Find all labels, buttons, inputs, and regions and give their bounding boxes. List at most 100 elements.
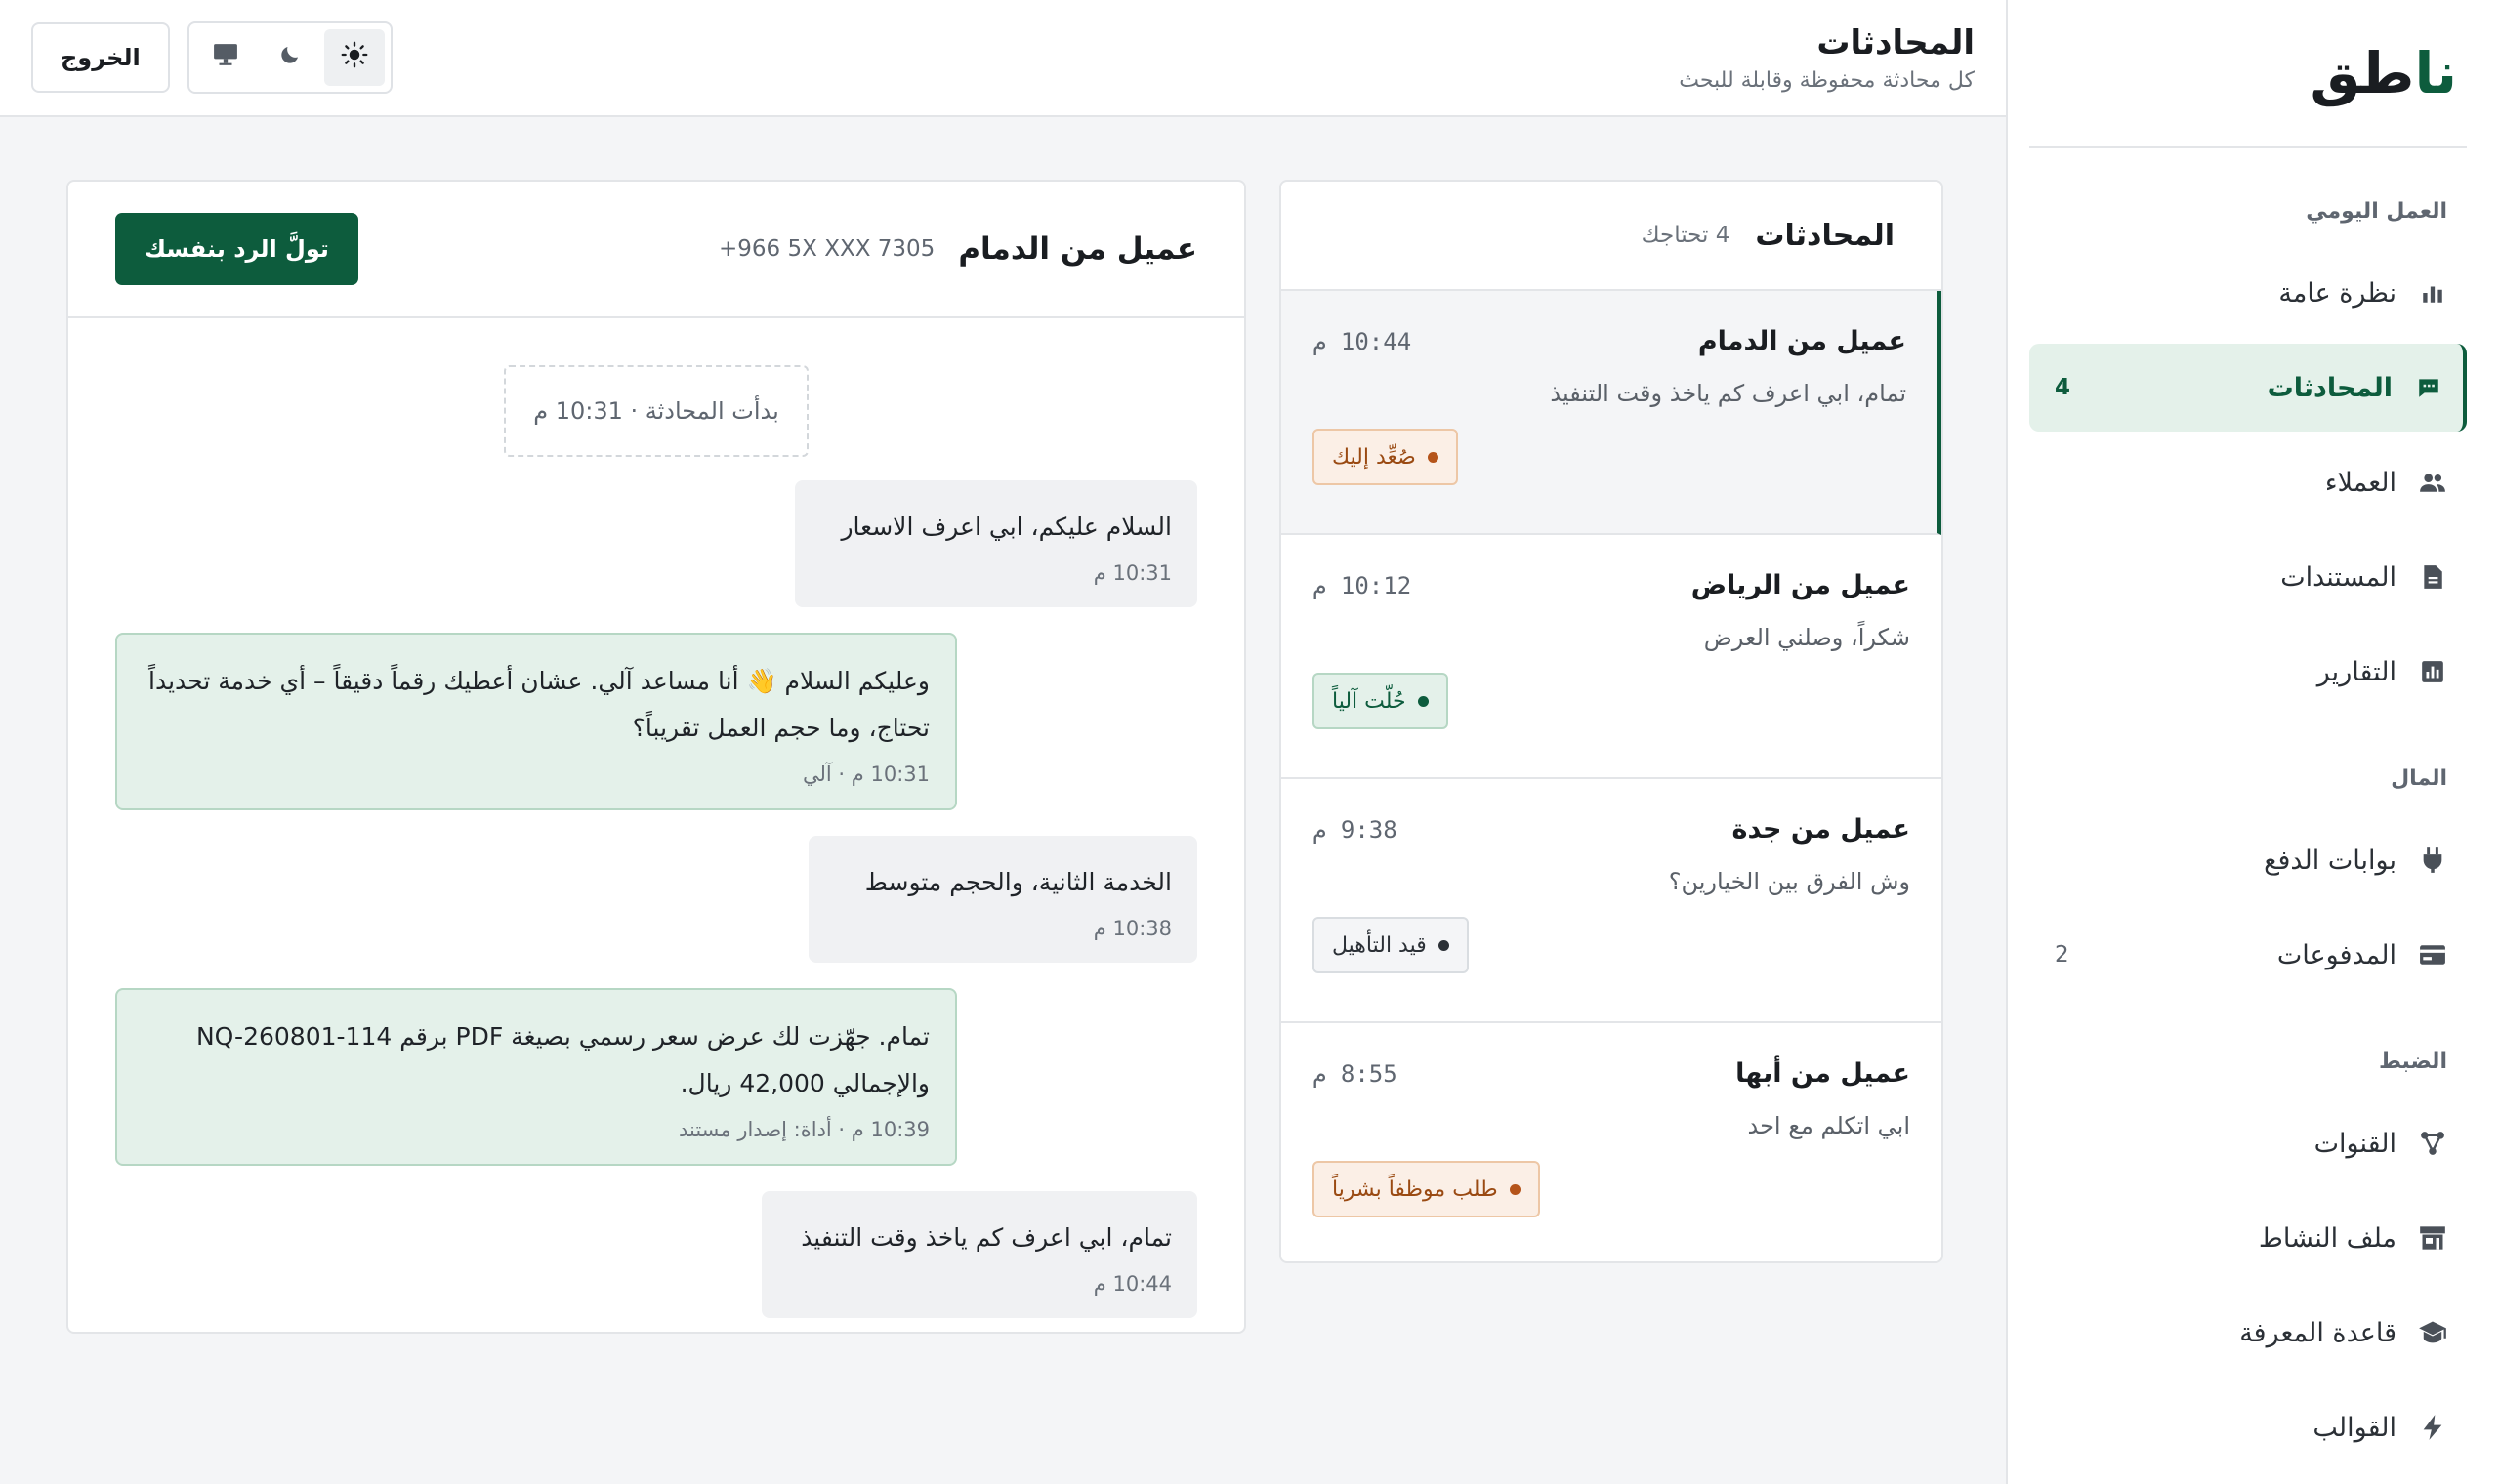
lightning-icon xyxy=(2418,1413,2447,1442)
system-mode-button[interactable] xyxy=(195,29,256,86)
message-meta: 10:31 م xyxy=(1093,561,1172,585)
sidebar-item-templates[interactable]: القوالب xyxy=(2029,1383,2467,1471)
sidebar-item-documents[interactable]: المستندات xyxy=(2029,533,2467,621)
status-badge-label: طلب موظفاً بشرياً xyxy=(1332,1176,1498,1202)
sidebar-item-channels[interactable]: القنوات xyxy=(2029,1099,2467,1187)
chat-header: عميل من الدمام +966 5X XXX 7305 تولَّ ال… xyxy=(68,182,1244,318)
sidebar-item-knowledge-base[interactable]: قاعدة المعرفة xyxy=(2029,1289,2467,1377)
status-badge: صُعِّد إليك xyxy=(1312,429,1458,485)
chat-contact-phone: +966 5X XXX 7305 xyxy=(719,236,936,262)
conversation-started-marker: بدأت المحادثة · 10:31 م xyxy=(504,365,809,457)
sidebar-item-label: القنوات xyxy=(2313,1128,2396,1159)
conversation-item[interactable]: عميل من أبها 8:55 م ابي اتكلم مع احد طلب… xyxy=(1281,1023,1941,1261)
sidebar-item-customers[interactable]: العملاء xyxy=(2029,438,2467,526)
light-mode-button[interactable] xyxy=(323,29,385,86)
brand-logo-part2: طق xyxy=(2310,40,2415,106)
conversation-name: عميل من الدمام xyxy=(1697,326,1906,356)
chat-panel: عميل من الدمام +966 5X XXX 7305 تولَّ ال… xyxy=(66,180,1246,1334)
customer-message: تمام، ابي اعرف كم ياخذ وقت التنفيذ 10:44… xyxy=(762,1191,1197,1318)
sidebar-item-label: المحادثات xyxy=(2267,372,2393,403)
sidebar-item-label: ملف النشاط xyxy=(2258,1222,2396,1254)
bar-chart-icon xyxy=(2418,278,2447,308)
card-icon xyxy=(2418,940,2447,969)
users-icon xyxy=(2418,468,2447,497)
takeover-button[interactable]: تولَّ الرد بنفسك xyxy=(115,213,358,285)
message-meta: 10:39 م · أداة: إصدار مستند xyxy=(678,1118,930,1141)
sidebar-item-reports[interactable]: التقارير xyxy=(2029,628,2467,716)
status-badge-label: حُلّت آلياً xyxy=(1332,688,1406,714)
conversation-list-title: المحادثات xyxy=(1755,218,1895,253)
main-area: المحادثات كل محادثة محفوظة وقابلة للبحث … xyxy=(0,0,2006,1484)
top-bar: المحادثات كل محادثة محفوظة وقابلة للبحث … xyxy=(0,0,2006,117)
message-meta: 10:38 م xyxy=(1093,917,1172,940)
sidebar-item-label: العملاء xyxy=(2324,467,2396,498)
conversation-snippet: شكراً، وصلني العرض xyxy=(1703,624,1910,651)
content-area: المحادثات 4 تحتاجك عميل من الدمام 10:44 … xyxy=(0,117,2006,1484)
conversation-time: 8:55 م xyxy=(1312,1059,1397,1088)
document-icon xyxy=(2418,562,2447,592)
bot-message: وعليكم السلام 👋 أنا مساعد آلي. عشان أعطي… xyxy=(115,633,957,810)
conversation-name: عميل من أبها xyxy=(1735,1058,1910,1089)
plug-icon xyxy=(2418,845,2447,875)
brand-logo-part1: نا xyxy=(2414,40,2457,106)
message-meta: 10:31 م · آلي xyxy=(803,763,930,786)
page-title: المحادثات xyxy=(1816,22,1975,62)
sidebar-item-overview[interactable]: نظرة عامة xyxy=(2029,249,2467,337)
conversation-time: 9:38 م xyxy=(1312,815,1397,844)
app-shell: نا طق العمل اليومي نظرة عامة المحادثات 4 … xyxy=(0,0,2500,1484)
sidebar-item-count: 4 xyxy=(2055,375,2071,400)
topbar-actions: الخروج xyxy=(31,21,393,94)
chat-contact-name: عميل من الدمام xyxy=(958,231,1197,267)
conversation-item[interactable]: عميل من جدة 9:38 م وش الفرق بين الخيارين… xyxy=(1281,779,1941,1023)
sidebar-item-label: نظرة عامة xyxy=(2278,277,2396,309)
sidebar-item-label: القوالب xyxy=(2312,1412,2396,1443)
nav-group-title-daily: العمل اليومي xyxy=(2306,199,2447,224)
conversation-list-subtitle: 4 تحتاجك xyxy=(1641,223,1730,248)
status-badge-label: صُعِّد إليك xyxy=(1332,444,1416,470)
page-subtitle: كل محادثة محفوظة وقابلة للبحث xyxy=(1679,67,1975,93)
sun-icon xyxy=(341,41,368,75)
conversation-list-header: المحادثات 4 تحتاجك xyxy=(1281,182,1941,291)
sidebar-item-payments[interactable]: المدفوعات 2 xyxy=(2029,911,2467,999)
conversation-item[interactable]: عميل من الرياض 10:12 م شكراً، وصلني العر… xyxy=(1281,535,1941,779)
sidebar-item-label: المدفوعات xyxy=(2276,939,2396,970)
message-text: وعليكم السلام 👋 أنا مساعد آلي. عشان أعطي… xyxy=(148,667,930,742)
theme-switcher xyxy=(187,21,393,94)
conversation-snippet: ابي اتكلم مع احد xyxy=(1747,1112,1911,1139)
sidebar-item-conversations[interactable]: المحادثات 4 xyxy=(2029,344,2467,432)
graduation-cap-icon xyxy=(2418,1318,2447,1347)
sidebar-item-label: بوابات الدفع xyxy=(2264,845,2396,876)
page-header: المحادثات كل محادثة محفوظة وقابلة للبحث xyxy=(1679,23,1975,93)
status-dot xyxy=(1438,939,1449,951)
monitor-icon xyxy=(213,43,238,73)
sidebar-item-label: المستندات xyxy=(2280,561,2396,593)
store-icon xyxy=(2418,1223,2447,1253)
report-icon xyxy=(2418,657,2447,686)
sidebar-item-payment-gateways[interactable]: بوابات الدفع xyxy=(2029,816,2467,904)
customer-message: السلام عليكم، ابي اعرف الاسعار 10:31 م xyxy=(795,480,1197,607)
conversation-time: 10:44 م xyxy=(1312,327,1412,355)
sidebar-item-label: التقارير xyxy=(2316,656,2396,687)
sidebar-item-count: 2 xyxy=(2055,942,2069,968)
logout-button[interactable]: الخروج xyxy=(31,22,170,93)
conversation-list: المحادثات 4 تحتاجك عميل من الدمام 10:44 … xyxy=(1279,180,1943,1263)
status-badge: قيد التأهيل xyxy=(1312,917,1469,973)
message-text: تمام، ابي اعرف كم ياخذ وقت التنفيذ xyxy=(801,1223,1172,1252)
sidebar-item-business-profile[interactable]: ملف النشاط xyxy=(2029,1194,2467,1282)
message-text: تمام. جهّزت لك عرض سعر رسمي بصيغة PDF بر… xyxy=(195,1022,930,1097)
brand-logo[interactable]: نا طق xyxy=(2029,0,2467,148)
bot-message: تمام. جهّزت لك عرض سعر رسمي بصيغة PDF بر… xyxy=(115,988,957,1166)
sidebar: نا طق العمل اليومي نظرة عامة المحادثات 4 … xyxy=(2006,0,2500,1484)
conversation-snippet: تمام، ابي اعرف كم ياخذ وقت التنفيذ xyxy=(1550,380,1906,407)
conversation-name: عميل من الرياض xyxy=(1690,570,1910,600)
conversation-item[interactable]: عميل من الدمام 10:44 م تمام، ابي اعرف كم… xyxy=(1281,291,1941,535)
chat-messages[interactable]: بدأت المحادثة · 10:31 م السلام عليكم، اب… xyxy=(68,318,1244,1332)
status-dot xyxy=(1417,695,1429,707)
status-badge: طلب موظفاً بشرياً xyxy=(1312,1161,1540,1217)
chat-icon xyxy=(2414,373,2443,402)
nav-group-title-money: المال xyxy=(2391,766,2447,791)
message-text: الخدمة الثانية، والحجم متوسط xyxy=(864,868,1172,896)
status-dot xyxy=(1427,451,1438,463)
dark-mode-button[interactable] xyxy=(260,29,320,86)
status-badge-label: قيد التأهيل xyxy=(1332,932,1427,958)
